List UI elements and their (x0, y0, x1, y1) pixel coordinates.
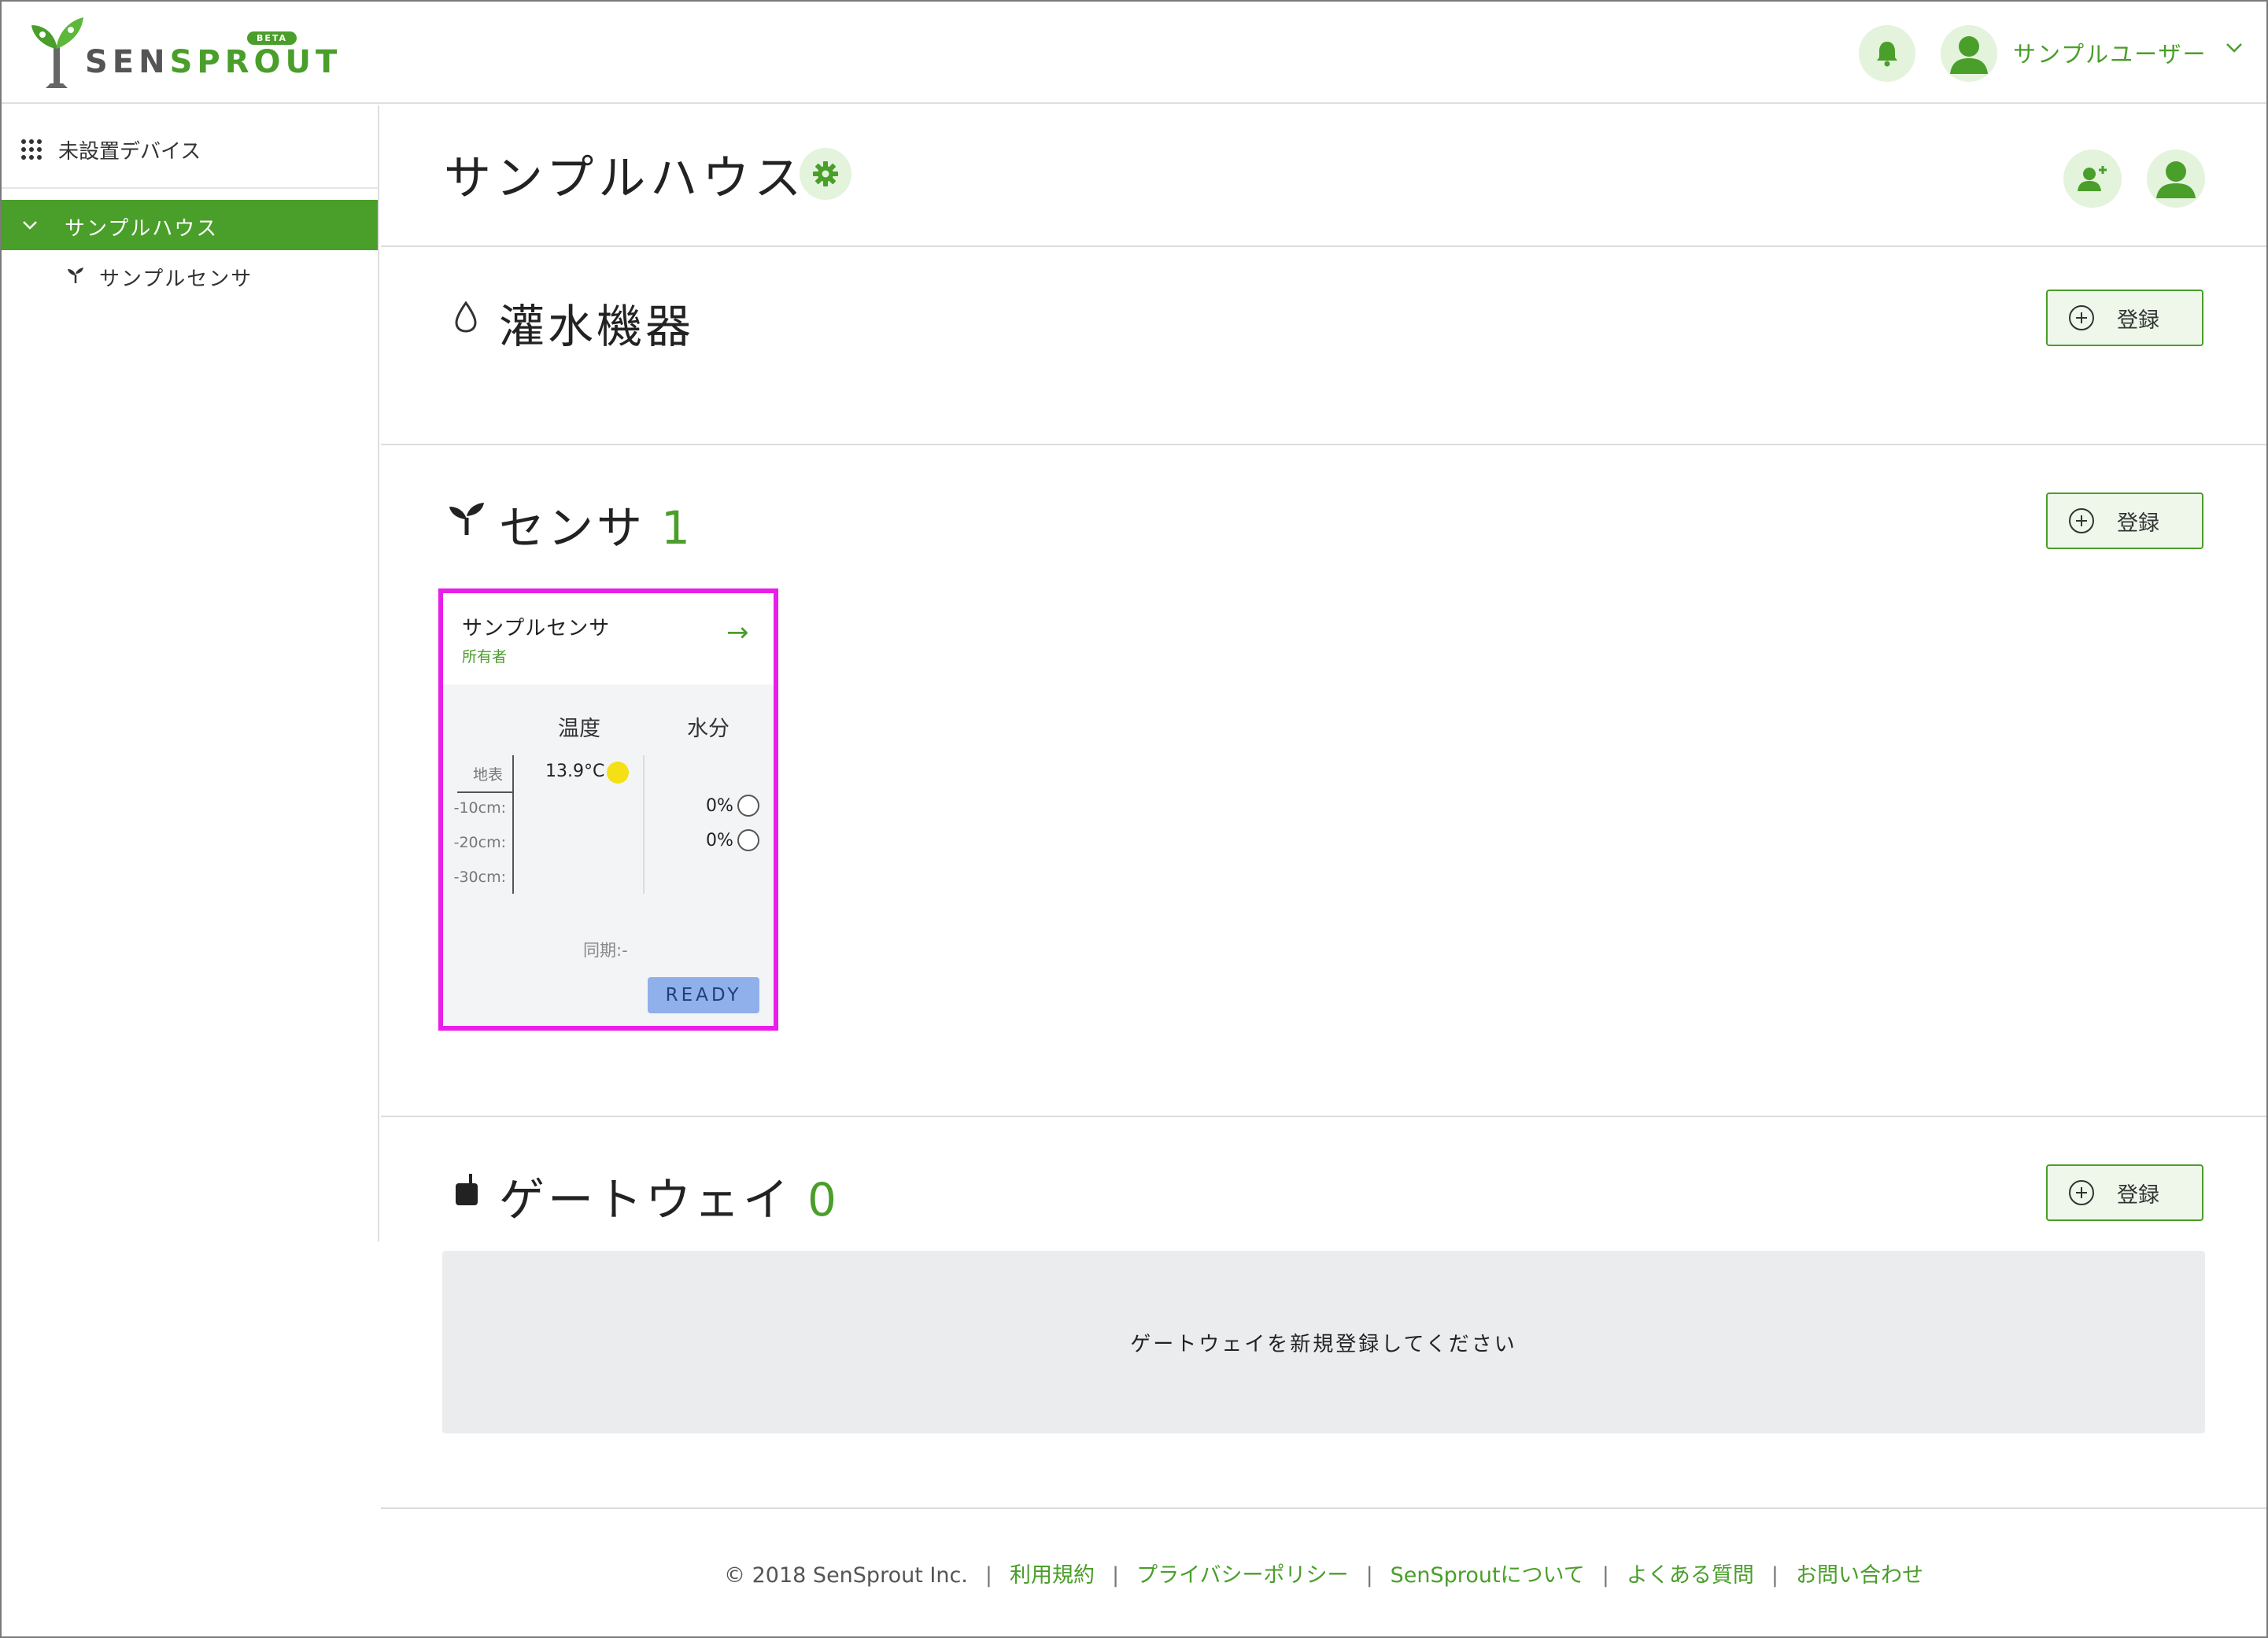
sensprout-logo[interactable]: SENSPROUT BETA (30, 14, 337, 93)
irrigation-section-title: 灌水機器 (499, 300, 695, 353)
moisture-indicator-dot (737, 829, 759, 851)
ready-status-badge: READY (648, 977, 759, 1013)
user-avatar-icon (2156, 161, 2196, 198)
column-divider (643, 755, 645, 894)
bell-icon (1877, 42, 1897, 67)
user-avatar-button[interactable] (1941, 25, 1997, 82)
moisture-indicator-dot (737, 795, 759, 817)
moisture-column-header: 水分 (687, 717, 730, 741)
sensor-card-name: サンプルセンサ (462, 617, 611, 640)
logo-wordmark: SENSPROUT (85, 44, 342, 80)
gateway-section-title: ゲートウェイ 0 (499, 1163, 840, 1229)
sensor-card[interactable]: サンプルセンサ 所有者 → 温度 水分 地表 -10cm: -20cm: -30… (443, 593, 774, 1026)
sidebar: 未設置デバイス サンプルハウス サンプルセンサ (2, 105, 379, 1241)
user-avatar-icon (1950, 36, 1988, 74)
sensor-count: 1 (661, 501, 693, 555)
footer-separator: | (1771, 1563, 1779, 1588)
sprout-tree-icon (31, 17, 83, 88)
sensor-card-header[interactable]: サンプルセンサ 所有者 → (443, 593, 774, 684)
footer-separator: | (1111, 1563, 1120, 1588)
arrow-right-icon[interactable]: → (726, 617, 749, 648)
plus-circle-icon (2069, 508, 2094, 533)
footer-link-about[interactable]: SenSproutについて (1391, 1563, 1585, 1588)
user-menu-label[interactable]: サンプルユーザー (2013, 36, 2207, 69)
sidebar-item-unplaced-devices[interactable]: 未設置デバイス (2, 105, 378, 189)
depth-axis (512, 755, 514, 894)
gateway-empty-state: ゲートウェイを新規登録してください (442, 1251, 2205, 1433)
sidebar-item-label: サンプルセンサ (99, 267, 253, 291)
depth-label-surface: 地表 (472, 766, 503, 784)
footer-link-privacy[interactable]: プライバシーポリシー (1136, 1563, 1348, 1588)
grid-icon (21, 139, 42, 160)
temperature-column-header: 温度 (558, 717, 600, 741)
footer-separator: | (984, 1563, 992, 1588)
surface-temperature-value: 13.9°C (545, 762, 605, 781)
depth-label-20cm: -20cm: (453, 834, 506, 851)
moisture-10cm-value: 0% (706, 796, 733, 816)
divider (381, 245, 2266, 247)
sensor-section-title: センサ 1 (499, 491, 693, 557)
moisture-20cm-value: 0% (706, 831, 733, 850)
sensor-title-text: センサ (499, 501, 646, 555)
register-gateway-button[interactable]: 登録 (2046, 1164, 2203, 1221)
chevron-down-icon (23, 221, 37, 230)
sensor-card-role: 所有者 (462, 648, 508, 666)
notification-button[interactable] (1859, 25, 1915, 82)
footer-links: © 2018 SenSprout Inc. | 利用規約 | プライバシーポリシー | Se… (381, 1558, 2266, 1588)
add-member-button[interactable] (2063, 149, 2122, 208)
footer: © 2018 SenSprout Inc. | 利用規約 | プライバシーポリシー | Se… (381, 1507, 2266, 1636)
plus-circle-icon (2069, 1180, 2094, 1205)
beta-badge: BETA (247, 31, 297, 45)
register-sensor-button[interactable]: 登録 (2046, 493, 2203, 549)
depth-label-30cm: -30cm: (453, 869, 506, 886)
sync-status: 同期:- (583, 941, 628, 960)
gateway-device-icon (456, 1174, 478, 1205)
footer-link-terms[interactable]: 利用規約 (1010, 1563, 1095, 1588)
top-header: SENSPROUT BETA サンプルユーザー (2, 2, 2266, 104)
footer-link-contact[interactable]: お問い合わせ (1796, 1563, 1923, 1588)
divider (381, 444, 2266, 445)
sprout-icon (68, 267, 83, 283)
gateway-count: 0 (807, 1173, 840, 1227)
register-button-label: 登録 (2117, 511, 2159, 536)
member-avatar-button[interactable] (2147, 149, 2205, 208)
gear-icon (813, 161, 838, 186)
temperature-indicator-dot (607, 762, 629, 784)
surface-line (457, 791, 514, 793)
sidebar-item-house[interactable]: サンプルハウス (2, 200, 378, 250)
depth-label-10cm: -10cm: (453, 799, 506, 817)
sidebar-item-label: サンプルハウス (65, 217, 219, 241)
sidebar-item-label: 未設置デバイス (58, 140, 201, 164)
plus-circle-icon (2069, 305, 2094, 330)
register-button-label: 登録 (2117, 1182, 2159, 1208)
chevron-down-icon[interactable] (2226, 42, 2243, 53)
add-user-icon (2078, 166, 2107, 191)
footer-separator: | (1365, 1563, 1373, 1588)
gateway-title-text: ゲートウェイ (499, 1173, 792, 1227)
page-title: サンプルハウス (444, 151, 807, 206)
water-drop-icon (455, 301, 477, 333)
register-button-label: 登録 (2117, 308, 2159, 333)
divider (381, 1116, 2266, 1117)
copyright-text: © 2018 SenSprout Inc. (724, 1563, 968, 1588)
register-irrigation-button[interactable]: 登録 (2046, 290, 2203, 346)
footer-link-faq[interactable]: よくある質問 (1627, 1563, 1754, 1588)
footer-separator: | (1601, 1563, 1609, 1588)
house-settings-button[interactable] (800, 148, 851, 200)
sprout-icon (449, 503, 484, 535)
